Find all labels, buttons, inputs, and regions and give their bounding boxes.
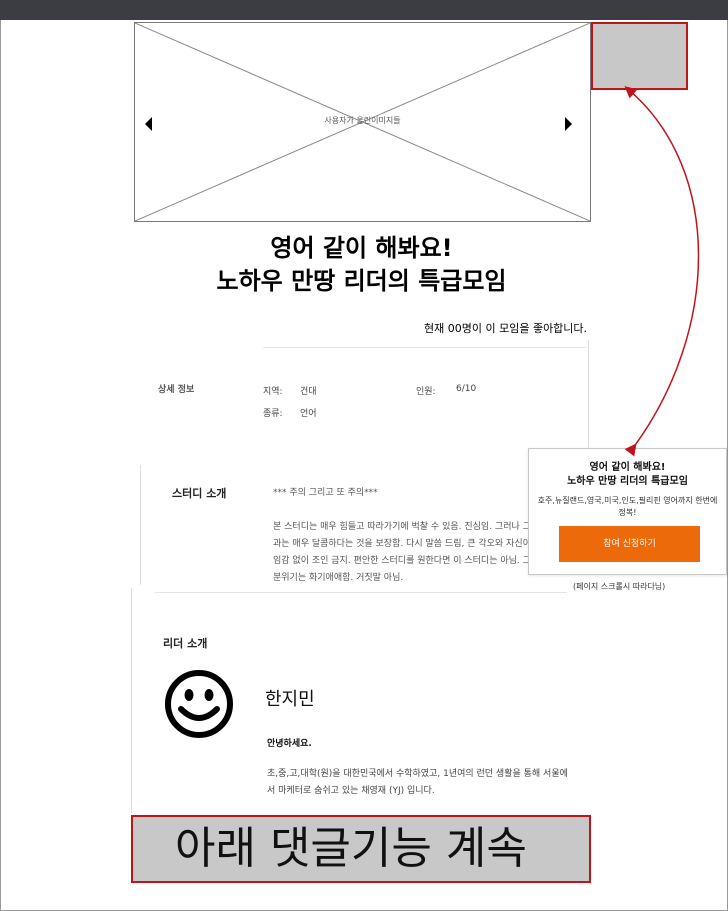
floating-join-card: 영어 같이 해봐요! 노하우 만땅 리더의 특급모임 호주,뉴질랜드,영국,미국… <box>528 448 727 575</box>
thumbnail-placeholder <box>591 22 688 90</box>
floating-title-line-1: 영어 같이 해봐요! <box>589 462 666 473</box>
floating-title: 영어 같이 해봐요! 노하우 만땅 리더의 특급모임 <box>529 461 726 489</box>
next-arrow-icon[interactable] <box>565 117 572 131</box>
study-intro-label: 스터디 소개 <box>172 487 227 500</box>
divider <box>263 347 586 348</box>
leader-intro-text: 초,중,고,대학(원)을 대한민국에서 수학하였고, 1년여의 런던 생활을 통… <box>267 769 568 796</box>
smiley-face-icon <box>165 670 233 738</box>
type-value: 언어 <box>300 409 317 419</box>
comment-placeholder: 아래 댓글기능 계속 <box>131 815 591 883</box>
region-value: 건대 <box>300 387 317 397</box>
leader-greeting: 안녕하세요. <box>267 739 312 749</box>
join-button[interactable]: 참여 신청하기 <box>559 526 700 562</box>
prev-arrow-icon[interactable] <box>145 117 152 131</box>
title-line-2: 노하우 만땅 리더의 특급모임 <box>216 267 507 295</box>
image-carousel[interactable]: 사용자가 올린이미지들 <box>134 22 591 222</box>
comment-placeholder-text: 아래 댓글기능 계속 <box>175 823 527 874</box>
title-line-1: 영어 같이 해봐요! <box>270 234 453 262</box>
divider <box>155 592 567 593</box>
page-title: 영어 같이 해봐요! 노하우 만땅 리더의 특급모임 <box>134 232 589 298</box>
carousel-caption: 사용자가 올린이미지들 <box>324 116 401 125</box>
divider <box>131 588 132 813</box>
divider <box>588 340 589 450</box>
sticky-note-annotation: (페이지 스크롤시 따라다님) <box>573 582 666 591</box>
leader-intro-label: 리더 소개 <box>163 637 208 650</box>
leader-name: 한지민 <box>265 689 315 710</box>
members-label: 인원: <box>416 387 436 397</box>
type-label: 종류: <box>263 409 283 419</box>
top-bar <box>0 0 728 20</box>
floating-description: 호주,뉴질랜드,영국,미국,인도,필리핀 영어까지 한번에 정복! <box>537 496 718 517</box>
detail-section-label: 상세 정보 <box>158 385 195 395</box>
divider <box>140 465 141 585</box>
region-label: 지역: <box>263 387 283 397</box>
likes-count-text: 현재 00명이 이 모임을 좋아합니다. <box>424 322 588 335</box>
floating-title-line-2: 노하우 만땅 리더의 특급모임 <box>567 476 688 487</box>
members-value: 6/10 <box>456 384 477 394</box>
